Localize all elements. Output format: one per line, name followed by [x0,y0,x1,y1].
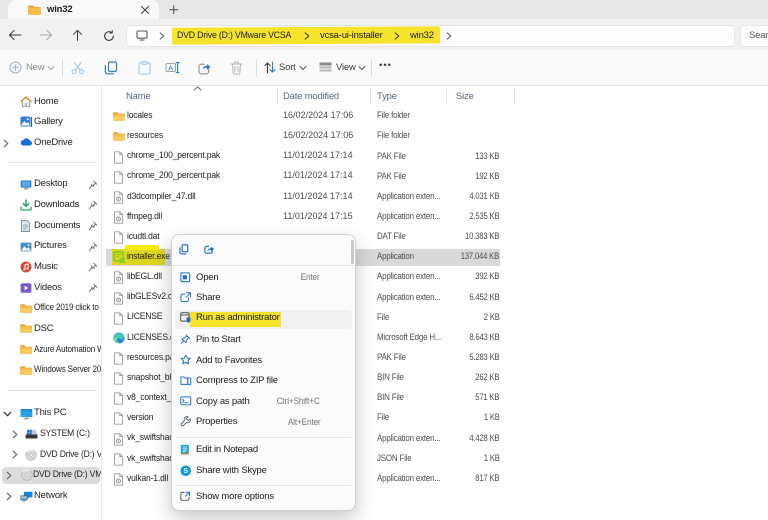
svg-text:S: S [183,468,188,475]
svg-text:A: A [168,63,173,72]
